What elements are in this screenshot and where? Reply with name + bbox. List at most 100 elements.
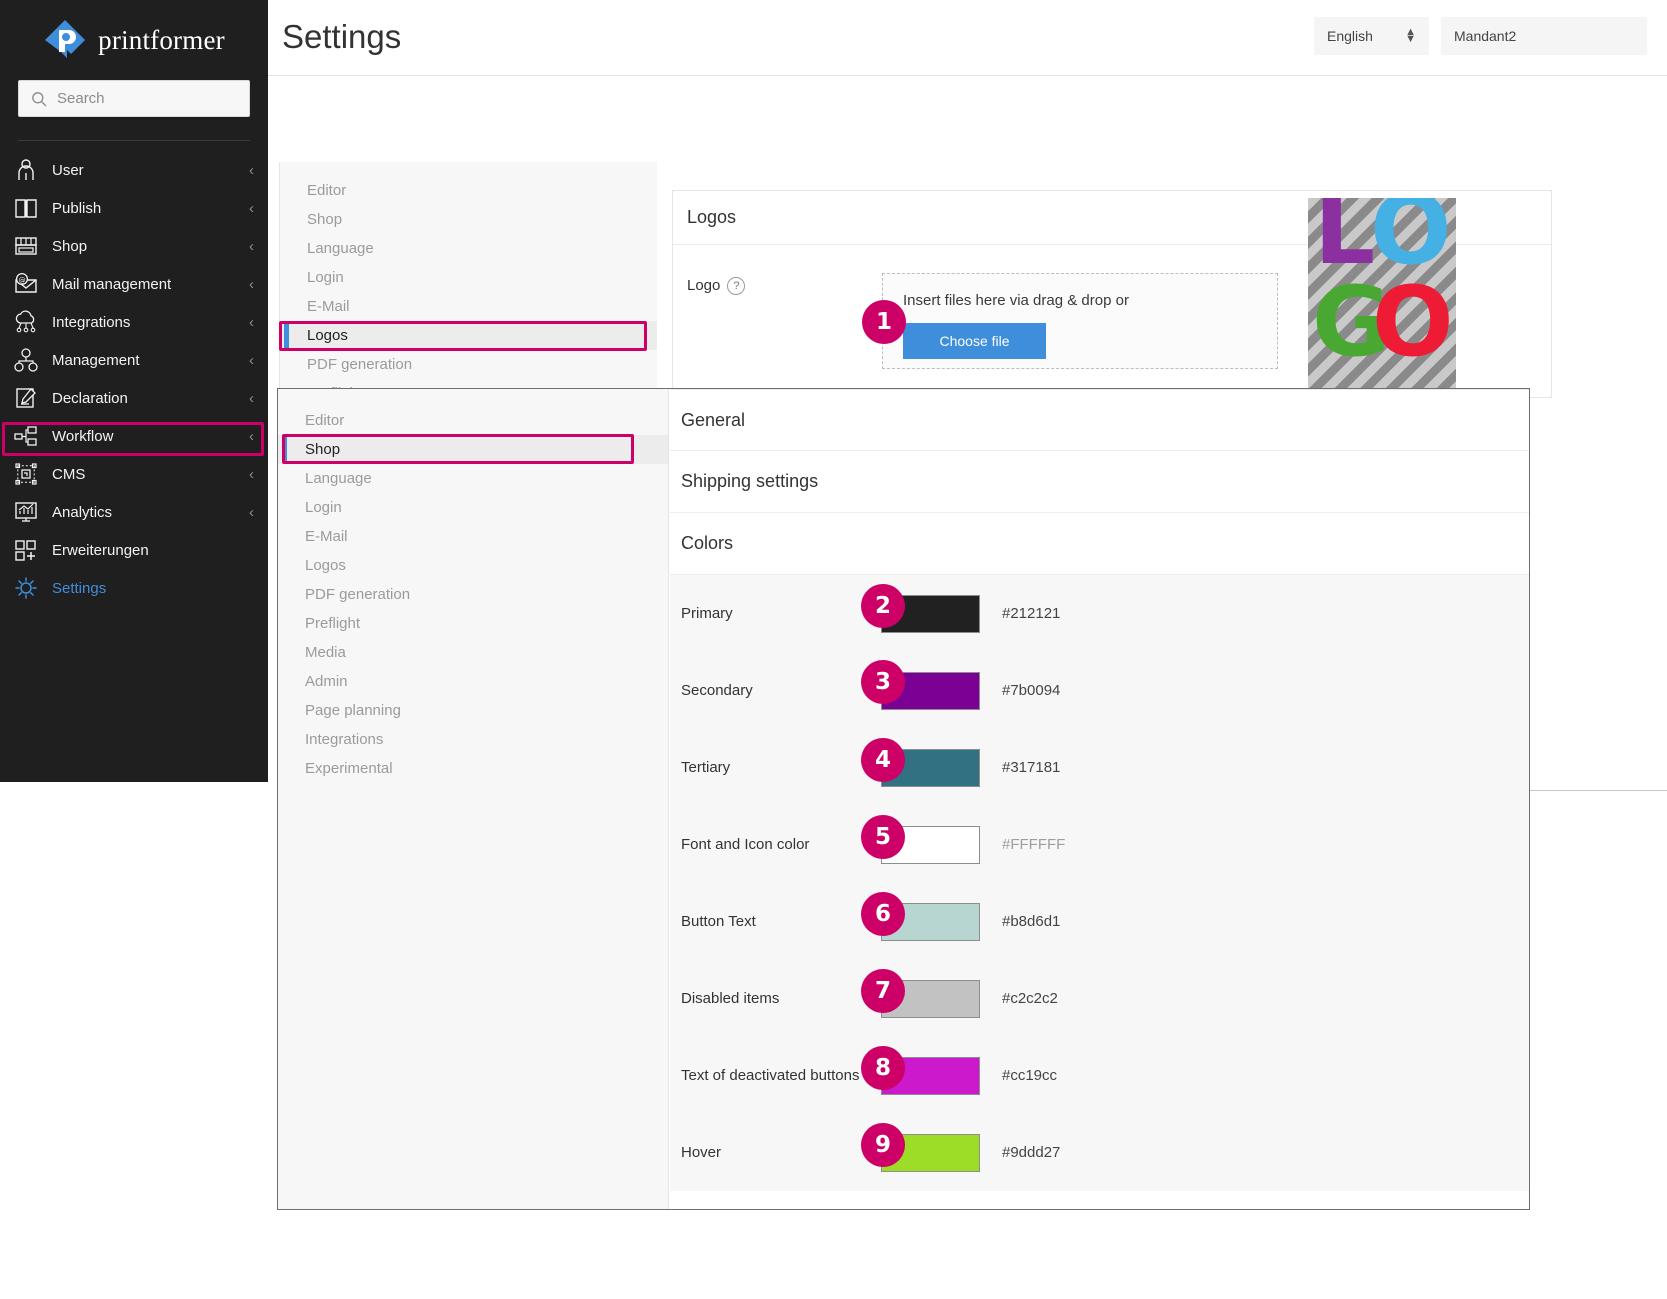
sidebar-item-label: User — [52, 163, 236, 178]
cloud-nodes-icon — [13, 309, 39, 335]
subnav-item-integrations[interactable]: Integrations — [278, 725, 668, 754]
subnav-item-editor[interactable]: Editor — [278, 406, 668, 435]
sidebar-item-settings[interactable]: Settings — [0, 569, 268, 607]
subnav-item-media[interactable]: Media — [278, 638, 668, 667]
subnav-item-language[interactable]: Language — [278, 464, 668, 493]
subnav-item-language[interactable]: Language — [280, 234, 657, 263]
subnav-item-pdf-generation[interactable]: PDF generation — [280, 350, 657, 379]
settings-subnav-back: Editor Shop Language Login E-Mail Logos … — [279, 162, 657, 394]
tenant-value: Mandant2 — [1454, 28, 1516, 44]
sidebar-item-analytics[interactable]: Analytics ‹ — [0, 493, 268, 531]
color-value[interactable]: #7b0094 — [1002, 682, 1060, 699]
color-value[interactable]: #cc19cc — [1002, 1067, 1057, 1084]
help-icon[interactable]: ? — [727, 277, 745, 295]
updown-spinner-icon: ▲▼ — [1405, 29, 1416, 43]
sidebar-item-label: Mail management — [52, 277, 236, 292]
color-label: Font and Icon color — [681, 836, 881, 853]
search-container: Search — [0, 80, 268, 117]
sidebar-item-integrations[interactable]: Integrations ‹ — [0, 303, 268, 341]
subnav-label: Logos — [305, 557, 346, 574]
sidebar-item-declaration[interactable]: Declaration ‹ — [0, 379, 268, 417]
color-value[interactable]: #b8d6d1 — [1002, 913, 1060, 930]
callout-badge-8: 8 — [861, 1046, 905, 1090]
sidebar-item-cms[interactable]: CMS ‹ — [0, 455, 268, 493]
color-label: Secondary — [681, 682, 881, 699]
sidebar-item-workflow[interactable]: Workflow ‹ — [0, 417, 268, 455]
subnav-item-experimental[interactable]: Experimental — [278, 754, 668, 783]
color-label: Button Text — [681, 913, 881, 930]
subnav-label: PDF generation — [305, 586, 410, 603]
tenant-select[interactable]: Mandant2 — [1441, 17, 1647, 55]
color-row: Disabled items #c2c2c2 — [670, 960, 1529, 1037]
subnav-item-admin[interactable]: Admin — [278, 667, 668, 696]
section-header-general[interactable]: General — [670, 389, 1529, 451]
gear-icon — [13, 575, 39, 601]
logo-letter: O — [1370, 198, 1450, 271]
color-value[interactable]: #c2c2c2 — [1002, 990, 1058, 1007]
subnav-item-email[interactable]: E-Mail — [280, 292, 657, 321]
sidebar-item-label: Erweiterungen — [52, 543, 241, 558]
subnav-item-pdf-generation[interactable]: PDF generation — [278, 580, 668, 609]
sidebar-nav: User ‹ Publish ‹ — [0, 151, 268, 607]
sidebar-item-shop[interactable]: Shop ‹ — [0, 227, 268, 265]
choose-file-button[interactable]: Choose file — [903, 323, 1046, 359]
sidebar-item-publish[interactable]: Publish ‹ — [0, 189, 268, 227]
sidebar-item-mail-management[interactable]: @ Mail management ‹ — [0, 265, 268, 303]
color-row: Secondary #7b0094 — [670, 652, 1529, 729]
callout-badge-6: 6 — [861, 892, 905, 936]
sidebar-item-management[interactable]: Management ‹ — [0, 341, 268, 379]
logo-dropzone[interactable]: Insert files here via drag & drop or Cho… — [882, 273, 1278, 369]
sidebar-item-label: Declaration — [52, 391, 236, 406]
subnav-label: Login — [307, 269, 344, 286]
chevron-left-icon: ‹ — [249, 429, 254, 444]
shop-settings-overlay: Editor Shop Language Login E-Mail Logos … — [277, 388, 1530, 1210]
subnav-item-editor[interactable]: Editor — [280, 176, 657, 205]
chevron-left-icon: ‹ — [249, 277, 254, 292]
section-header-colors[interactable]: Colors — [670, 513, 1529, 575]
chevron-left-icon: ‹ — [249, 391, 254, 406]
sidebar-item-label: Shop — [52, 239, 236, 254]
color-row: Button Text #b8d6d1 — [670, 883, 1529, 960]
subnav-label: Admin — [305, 673, 348, 690]
subnav-item-preflight[interactable]: Preflight — [278, 609, 668, 638]
sidebar-item-label: CMS — [52, 467, 236, 482]
callout-badge-5: 5 — [861, 815, 905, 859]
shop-settings-content: General Shipping settings Colors Primary… — [670, 389, 1529, 1209]
active-accent-bar — [284, 323, 289, 348]
color-value[interactable]: #212121 — [1002, 605, 1060, 622]
subnav-item-logos[interactable]: Logos — [278, 551, 668, 580]
color-value[interactable]: #FFFFFF — [1002, 836, 1065, 853]
color-value[interactable]: #317181 — [1002, 759, 1060, 776]
logo-letter: O — [1372, 282, 1452, 363]
settings-subnav-overlay: Editor Shop Language Login E-Mail Logos … — [278, 389, 669, 1209]
sidebar-item-user[interactable]: User ‹ — [0, 151, 268, 189]
chevron-left-icon: ‹ — [249, 467, 254, 482]
subnav-item-shop[interactable]: Shop — [278, 435, 668, 464]
search-input[interactable]: Search — [18, 80, 250, 117]
color-value[interactable]: #9ddd27 — [1002, 1144, 1060, 1161]
printformer-logo-icon — [43, 18, 87, 62]
subnav-item-email[interactable]: E-Mail — [278, 522, 668, 551]
language-select[interactable]: English ▲▼ — [1314, 17, 1429, 55]
logo-label-text: Logo — [687, 277, 720, 294]
search-placeholder: Search — [57, 90, 105, 107]
subnav-item-login[interactable]: Login — [280, 263, 657, 292]
sidebar-item-label: Workflow — [52, 429, 236, 444]
chevron-left-icon: ‹ — [249, 201, 254, 216]
callout-badge-2: 2 — [861, 584, 905, 628]
subnav-item-login[interactable]: Login — [278, 493, 668, 522]
subnav-item-logos[interactable]: Logos — [280, 321, 657, 350]
sidebar-item-label: Integrations — [52, 315, 236, 330]
workflow-icon — [13, 423, 39, 449]
subnav-item-shop[interactable]: Shop — [280, 205, 657, 234]
subnav-item-page-planning[interactable]: Page planning — [278, 696, 668, 725]
book-icon — [13, 195, 39, 221]
edit-document-icon — [13, 385, 39, 411]
cms-layers-icon — [13, 461, 39, 487]
section-header-shipping[interactable]: Shipping settings — [670, 451, 1529, 513]
callout-badge-1: 1 — [862, 300, 906, 344]
subnav-label: PDF generation — [307, 356, 412, 373]
chevron-left-icon: ‹ — [249, 315, 254, 330]
subnav-label: Logos — [307, 327, 348, 344]
sidebar-item-erweiterungen[interactable]: Erweiterungen — [0, 531, 268, 569]
